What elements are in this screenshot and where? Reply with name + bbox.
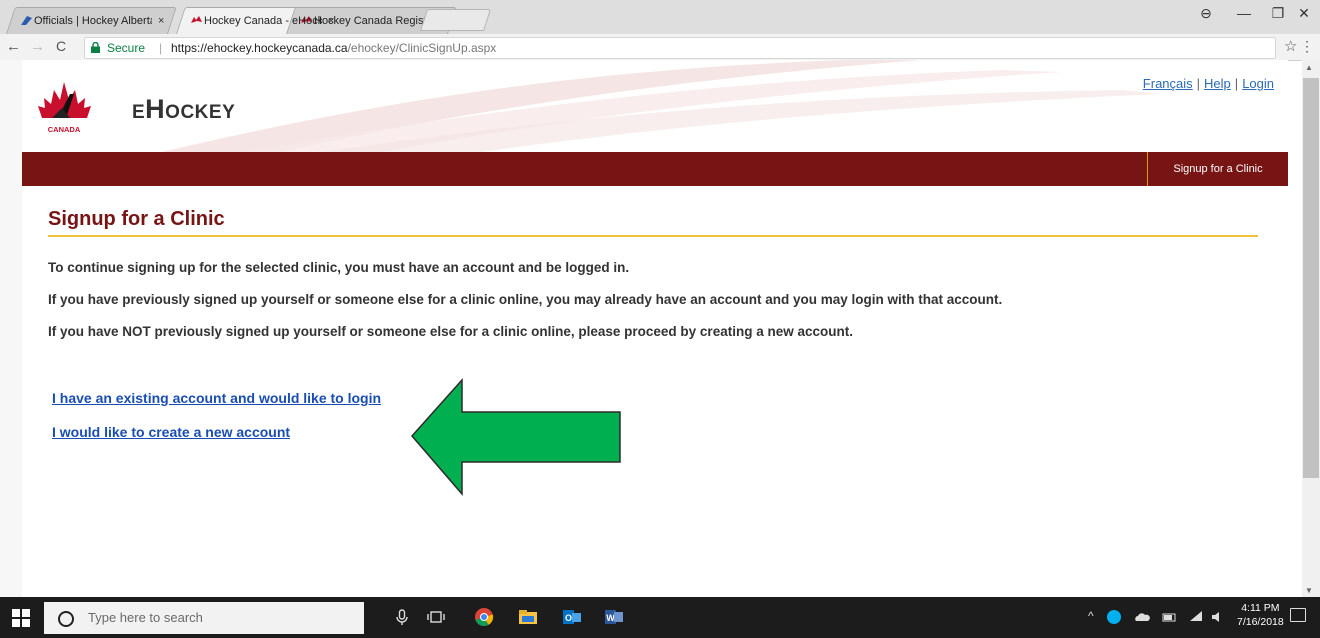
paragraph-existing-account: If you have previously signed up yoursel… [48,292,1003,307]
new-tab-button[interactable] [420,9,492,31]
scroll-down-arrow-icon[interactable]: ▼ [1305,586,1313,595]
close-tab-icon[interactable]: × [328,15,334,27]
new-tab-shape [420,9,492,31]
browser-tab-strip: Officials | Hockey Alberta × Hockey Cana… [0,0,1320,34]
web-page: CANADA eHockey Français | Help | Login Signu… [22,60,1288,597]
taskbar-clock[interactable]: 4:11 PM 7/16/2018 [1237,601,1284,629]
onedrive-tray-icon[interactable] [1134,610,1150,624]
search-placeholder: Type here to search [88,610,203,625]
hockey-canada-favicon-icon [191,16,202,23]
windows-start-icon[interactable] [12,609,30,627]
reload-button[interactable]: C [56,38,66,54]
link-separator: | [1196,76,1201,91]
url-host: https://ehockey.hockeycanada.ca [171,41,348,55]
battery-tray-icon[interactable] [1162,610,1178,624]
task-view-icon[interactable] [426,607,446,627]
microphone-icon[interactable] [392,607,412,627]
cortana-icon [58,611,74,627]
hockey-alberta-favicon-icon [21,16,32,25]
windows-taskbar: Type here to search O W ^ 4:11 PM 7/16/2… [0,597,1320,638]
back-button[interactable]: ← [6,38,21,55]
page-left-gutter [0,60,22,597]
brand-text: eHockey [132,94,236,124]
scroll-up-arrow-icon[interactable]: ▲ [1305,63,1313,72]
action-center-icon[interactable] [1290,608,1306,622]
file-explorer-icon[interactable] [518,607,538,627]
clock-time: 4:11 PM [1241,602,1280,614]
menu-item-signup-clinic[interactable]: Signup for a Clinic [1147,152,1288,186]
word-icon[interactable]: W [604,607,624,627]
svg-text:O: O [565,613,572,623]
outlook-icon[interactable]: O [562,607,582,627]
francais-link[interactable]: Français [1143,76,1193,91]
chrome-icon[interactable] [474,607,494,627]
green-arrow-annotation [411,378,621,496]
hockey-canada-logo: CANADA [38,82,91,134]
secure-label: Secure [107,41,146,55]
address-separator: | [159,41,163,55]
help-link[interactable]: Help [1204,76,1231,91]
taskbar-search-box[interactable]: Type here to search [44,602,364,634]
skype-tray-icon[interactable] [1106,609,1122,625]
tab-officials-hockey-alberta[interactable]: Officials | Hockey Alberta × [6,7,177,34]
page-title: Signup for a Clinic [48,208,225,230]
svg-text:W: W [606,613,615,623]
close-tab-icon[interactable]: × [158,15,164,27]
tab-title: Officials | Hockey Alberta [34,14,152,27]
clock-date: 7/16/2018 [1237,616,1284,628]
forward-button[interactable]: → [30,38,45,55]
show-hidden-icons-icon[interactable]: ^ [1088,609,1094,623]
existing-account-login-link[interactable]: I have an existing account and would lik… [52,390,381,406]
scrollbar-thumb[interactable] [1303,78,1319,478]
create-new-account-link[interactable]: I would like to create a new account [52,424,290,440]
url-path: /ehockey/ClinicSignUp.aspx [347,41,497,55]
bookmark-star-icon[interactable]: ☆ [1284,37,1297,55]
site-brand: eHockey [132,94,235,125]
site-menu-bar: Signup for a Clinic [22,152,1288,186]
browser-toolbar: ← → C Secure | https://ehockey.hockeycan… [0,34,1320,61]
wifi-tray-icon[interactable] [1188,609,1204,625]
login-link[interactable]: Login [1242,76,1274,91]
link-separator: | [1234,76,1239,91]
address-bar[interactable]: Secure | https://ehockey.hockeycanada.ca… [84,37,1276,59]
browser-menu-icon[interactable]: ⋮ [1300,38,1314,55]
title-underline [48,235,1258,237]
url-text: https://ehockey.hockeycanada.ca/ehockey/… [171,38,496,58]
lock-icon [91,42,100,53]
logo-caption: CANADA [48,125,81,134]
volume-tray-icon[interactable] [1210,609,1226,625]
close-window-button[interactable]: ✕ [1282,0,1320,26]
paragraph-new-account: If you have NOT previously signed up you… [48,324,853,339]
tab-title: Hockey Canada - eHocke [204,14,322,27]
paragraph-account-required: To continue signing up for the selected … [48,260,630,275]
top-links: Français | Help | Login [1143,76,1274,91]
